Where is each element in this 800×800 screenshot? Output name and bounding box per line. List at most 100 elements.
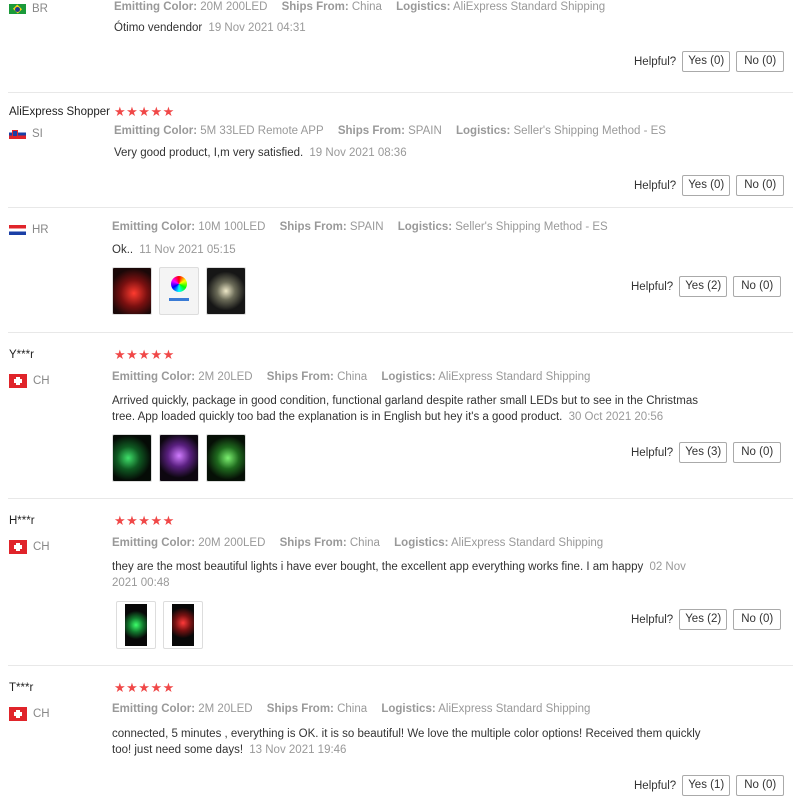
rating-stars: ★★★★★ xyxy=(114,513,175,528)
review-date: 19 Nov 2021 04:31 xyxy=(208,22,306,34)
helpful-no-button[interactable]: No (0) xyxy=(733,609,782,630)
helpful-label: Helpful? xyxy=(631,613,674,626)
helpful-yes-button[interactable]: Yes (3) xyxy=(679,442,728,463)
switzerland-flag-icon xyxy=(9,540,27,554)
review-photos xyxy=(112,267,246,315)
review-body: connected, 5 minutes , everything is OK.… xyxy=(112,728,701,756)
switzerland-flag-icon xyxy=(9,707,27,721)
review-body: they are the most beautiful lights i hav… xyxy=(112,561,644,573)
review-text: they are the most beautiful lights i hav… xyxy=(112,559,712,591)
green-light-photo[interactable] xyxy=(112,434,152,482)
review-meta: Emitting Color: 10M 100LED Ships From: S… xyxy=(112,221,608,233)
review-body: Ótimo vendendor xyxy=(114,22,203,34)
reviewer-country: SI xyxy=(9,128,43,140)
app-screenshot-photo[interactable] xyxy=(159,267,199,315)
red-coil-photo[interactable] xyxy=(163,601,203,649)
meta-color-value: 5M 33LED Remote APP xyxy=(200,125,324,137)
red-light-photo[interactable] xyxy=(112,267,152,315)
meta-ships-label: Ships From: xyxy=(279,537,347,549)
review-date: 11 Nov 2021 05:15 xyxy=(139,244,236,256)
helpful-no-button[interactable]: No (0) xyxy=(733,442,782,463)
rating-stars: ★★★★★ xyxy=(114,680,175,695)
review-text: Very good product, I,m very satisfied. 1… xyxy=(114,145,407,161)
review-meta: Emitting Color: 20M 200LED Ships From: C… xyxy=(112,537,603,549)
helpful-group: Helpful? Yes (0) No (0) xyxy=(634,51,785,72)
meta-ships-label: Ships From: xyxy=(281,1,349,13)
review-text: connected, 5 minutes , everything is OK.… xyxy=(112,726,702,758)
review-meta: Emitting Color: 2M 20LED Ships From: Chi… xyxy=(112,371,590,383)
reviewer-country: BR xyxy=(9,3,48,15)
meta-logistics-value: AliExpress Standard Shipping xyxy=(438,703,591,715)
helpful-label: Helpful? xyxy=(634,55,677,68)
croatia-flag-icon xyxy=(9,225,26,235)
brazil-flag-icon xyxy=(9,4,26,14)
meta-ships-value: SPAIN xyxy=(408,125,442,137)
review-photos xyxy=(112,434,246,482)
helpful-group: Helpful? Yes (3) No (0) xyxy=(631,442,782,463)
country-code: CH xyxy=(33,708,50,720)
review-text: Ótimo vendendor 19 Nov 2021 04:31 xyxy=(114,20,306,36)
helpful-no-button[interactable]: No (0) xyxy=(733,276,782,297)
meta-ships-label: Ships From: xyxy=(266,371,334,383)
helpful-group: Helpful? Yes (2) No (0) xyxy=(631,609,782,630)
divider xyxy=(8,665,793,666)
helpful-group: Helpful? Yes (2) No (0) xyxy=(631,276,782,297)
purple-light-photo[interactable] xyxy=(159,434,199,482)
meta-color-value: 20M 200LED xyxy=(198,537,266,549)
reviewer-name: H***r xyxy=(9,515,35,527)
white-light-photo[interactable] xyxy=(206,267,246,315)
helpful-no-button[interactable]: No (0) xyxy=(736,775,785,796)
green-coil-photo[interactable] xyxy=(116,601,156,649)
reviewer-country: CH xyxy=(9,707,50,721)
meta-ships-label: Ships From: xyxy=(266,703,334,715)
meta-color-value: 2M 20LED xyxy=(198,371,253,383)
helpful-yes-button[interactable]: Yes (0) xyxy=(682,175,731,196)
review-date: 19 Nov 2021 08:36 xyxy=(309,147,407,159)
helpful-group: Helpful? Yes (0) No (0) xyxy=(634,175,785,196)
helpful-no-button[interactable]: No (0) xyxy=(736,175,785,196)
meta-ships-value: SPAIN xyxy=(349,221,384,233)
rating-stars: ★★★★★ xyxy=(114,347,175,362)
review-text: Ok.. 11 Nov 2021 05:15 xyxy=(112,242,236,258)
divider xyxy=(8,207,793,208)
review-body: Ok.. xyxy=(112,244,134,256)
helpful-yes-button[interactable]: Yes (2) xyxy=(679,609,728,630)
meta-color-label: Emitting Color: xyxy=(112,371,196,383)
meta-color-label: Emitting Color: xyxy=(112,703,196,715)
reviewer-country: CH xyxy=(9,374,50,388)
review-body: Very good product, I,m very satisfied. xyxy=(114,147,304,159)
helpful-group: Helpful? Yes (1) No (0) xyxy=(634,775,785,796)
green-light-photo[interactable] xyxy=(206,434,246,482)
switzerland-flag-icon xyxy=(9,374,27,388)
meta-ships-value: China xyxy=(337,371,368,383)
meta-logistics-label: Logistics: xyxy=(394,537,449,549)
review-meta: Emitting Color: 2M 20LED Ships From: Chi… xyxy=(112,703,590,715)
helpful-yes-button[interactable]: Yes (2) xyxy=(679,276,728,297)
review-date: 30 Oct 2021 20:56 xyxy=(568,411,664,423)
meta-color-value: 2M 20LED xyxy=(198,703,253,715)
helpful-label: Helpful? xyxy=(631,280,674,293)
review-meta: Emitting Color: 5M 33LED Remote APP Ship… xyxy=(114,125,666,137)
review-photos xyxy=(116,601,203,649)
meta-logistics-label: Logistics: xyxy=(396,1,451,13)
helpful-label: Helpful? xyxy=(631,446,674,459)
meta-logistics-label: Logistics: xyxy=(397,221,453,233)
meta-logistics-value: Seller's Shipping Method - ES xyxy=(513,125,666,137)
reviewer-name: Y***r xyxy=(9,349,34,361)
meta-color-label: Emitting Color: xyxy=(112,221,196,233)
meta-logistics-value: AliExpress Standard Shipping xyxy=(453,1,606,13)
meta-logistics-label: Logistics: xyxy=(456,125,511,137)
country-code: CH xyxy=(33,375,50,387)
meta-ships-value: China xyxy=(349,537,380,549)
country-code: BR xyxy=(32,3,48,15)
meta-ships-value: China xyxy=(351,1,382,13)
meta-logistics-value: Seller's Shipping Method - ES xyxy=(455,221,608,233)
review-date: 13 Nov 2021 19:46 xyxy=(249,744,347,756)
meta-logistics-label: Logistics: xyxy=(381,703,436,715)
review-text: Arrived quickly, package in good conditi… xyxy=(112,393,702,425)
meta-ships-label: Ships From: xyxy=(337,125,405,137)
helpful-yes-button[interactable]: Yes (1) xyxy=(682,775,731,796)
helpful-no-button[interactable]: No (0) xyxy=(736,51,785,72)
helpful-yes-button[interactable]: Yes (0) xyxy=(682,51,731,72)
country-code: CH xyxy=(33,541,50,553)
